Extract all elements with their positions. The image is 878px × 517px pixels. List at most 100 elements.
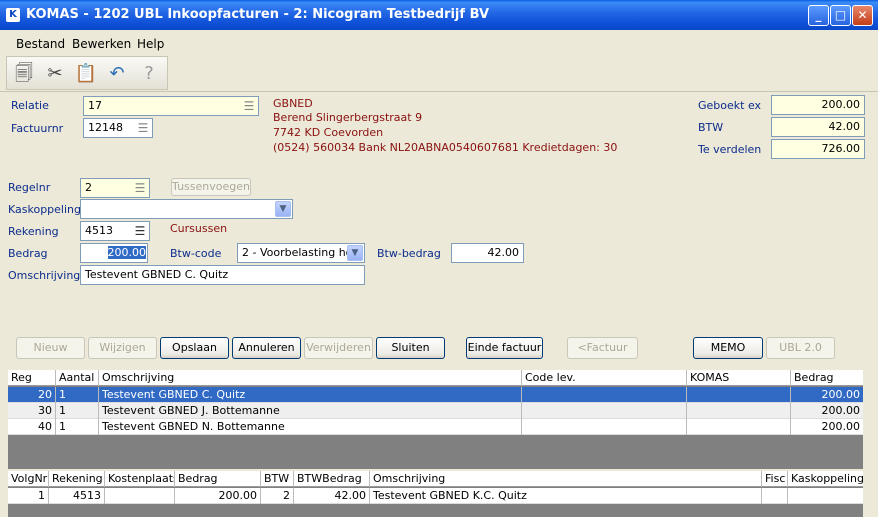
cell-reg: 30 (8, 403, 56, 419)
column-header[interactable]: KOMAS (687, 370, 791, 386)
bedrag-field[interactable]: 200.00 (80, 243, 148, 263)
verwijderen-button[interactable]: Verwijderen (304, 337, 373, 359)
menu-bestand[interactable]: Bestand (16, 37, 65, 51)
cell-btw: 2 (261, 488, 294, 504)
table-row[interactable]: 40 1 Testevent GBNED N. Bottemanne 200.0… (8, 419, 863, 435)
regelnr-field[interactable]: 2 ☰ (80, 178, 150, 198)
menu-help[interactable]: Help (137, 37, 164, 51)
opslaan-button[interactable]: Opslaan (160, 337, 229, 359)
btwcode-value: 2 - Voorbelasting hoo (242, 246, 360, 259)
factuurnr-label: Factuurnr (11, 122, 64, 135)
menu-bewerken[interactable]: Bewerken (72, 37, 131, 51)
einde-factuur-button[interactable]: Einde factuur (466, 337, 543, 359)
vorige-factuur-button[interactable]: <Factuur (567, 337, 638, 359)
lines-table[interactable]: Reg Aantal Omschrijving Code lev. KOMAS … (8, 370, 863, 469)
factuurnr-field[interactable]: 12148 ☰ (83, 118, 153, 138)
column-header[interactable]: Bedrag (791, 370, 863, 386)
geboekt-field: 200.00 (771, 95, 865, 115)
minimize-button[interactable]: _ (808, 5, 829, 26)
regelnr-value: 2 (85, 181, 92, 194)
factuurnr-value: 12148 (88, 121, 123, 134)
omschrijving-label: Omschrijving (8, 269, 81, 282)
cell-code (522, 403, 687, 419)
column-header[interactable]: Fisc (762, 471, 788, 487)
relatie-value: 17 (88, 99, 102, 112)
nieuw-button[interactable]: Nieuw (16, 337, 85, 359)
rekening-value: 4513 (85, 224, 113, 237)
cell-aantal: 1 (56, 419, 99, 435)
lookup-icon[interactable]: ☰ (132, 223, 148, 239)
cell-code (522, 387, 687, 403)
cell-reg: 40 (8, 419, 56, 435)
cut-icon[interactable]: ✂ (41, 60, 69, 88)
btwcode-select[interactable]: 2 - Voorbelasting hoo ▼ (237, 243, 365, 263)
allocation-table-header: VolgNr Rekening Kostenplaats Bedrag BTW … (8, 471, 863, 487)
cell-kostenplaats (105, 488, 175, 504)
cell-omschrijving: Testevent GBNED J. Bottemanne (99, 403, 522, 419)
table-row[interactable]: 30 1 Testevent GBNED J. Bottemanne 200.0… (8, 403, 863, 419)
column-header[interactable]: BTW (261, 471, 294, 487)
cell-code (522, 419, 687, 435)
supplier-code: GBNED (273, 97, 313, 110)
table-row[interactable]: 20 1 Testevent GBNED C. Quitz 200.00 (8, 387, 863, 403)
undo-icon[interactable]: ↶ (103, 60, 131, 88)
column-header[interactable]: VolgNr (8, 471, 49, 487)
rekening-field[interactable]: 4513 ☰ (80, 221, 150, 241)
btwbedrag-field[interactable]: 42.00 (451, 243, 524, 263)
lookup-icon[interactable]: ☰ (135, 120, 151, 136)
maximize-button[interactable]: □ (830, 5, 851, 26)
rekening-name: Cursussen (170, 222, 228, 235)
wijzigen-button[interactable]: Wijzigen (88, 337, 157, 359)
cell-komas (687, 419, 791, 435)
kaskoppeling-label: Kaskoppeling (8, 203, 81, 216)
column-header[interactable]: Reg (8, 370, 56, 386)
lookup-icon[interactable]: ☰ (241, 98, 257, 114)
column-header[interactable]: Bedrag (175, 471, 261, 487)
cell-kaskoppeling (788, 488, 863, 504)
memo-button[interactable]: MEMO (693, 337, 763, 359)
chevron-down-icon[interactable]: ▼ (275, 201, 291, 217)
column-header[interactable]: Rekening (49, 471, 105, 487)
lookup-icon[interactable]: ☰ (132, 180, 148, 196)
cell-komas (687, 403, 791, 419)
relatie-field[interactable]: 17 ☰ (83, 96, 259, 116)
supplier-city: 7742 KD Coevorden (273, 126, 384, 139)
cell-omschrijving: Testevent GBNED C. Quitz (99, 387, 522, 403)
lines-table-header: Reg Aantal Omschrijving Code lev. KOMAS … (8, 370, 863, 386)
tussenvoegen-button[interactable]: Tussenvoegen (171, 178, 251, 196)
cell-rekening: 4513 (49, 488, 105, 504)
main-content: Relatie 17 ☰ Factuurnr 12148 ☰ GBNED Ber… (0, 91, 878, 517)
paste-icon[interactable]: 📋 (72, 60, 100, 88)
help-icon[interactable]: ? (135, 60, 163, 88)
table-row[interactable]: 1 4513 200.00 2 42.00 Testevent GBNED K.… (8, 488, 863, 504)
kaskoppeling-select[interactable]: ▼ (80, 199, 293, 219)
column-header[interactable]: Code lev. (522, 370, 687, 386)
menu-bar: Bestand Bewerken Help (0, 31, 878, 55)
geboekt-label: Geboekt ex (698, 99, 762, 112)
supplier-contact: (0524) 560034 Bank NL20ABNA0540607681 Kr… (273, 141, 618, 154)
sluiten-button[interactable]: Sluiten (376, 337, 445, 359)
omschrijving-field[interactable]: Testevent GBNED C. Quitz (80, 265, 365, 285)
cell-omschrijving: Testevent GBNED N. Bottemanne (99, 419, 522, 435)
column-header[interactable]: Omschrijving (370, 471, 762, 487)
title-bar[interactable]: K KOMAS - 1202 UBL Inkoopfacturen - 2: N… (0, 0, 878, 30)
annuleren-button[interactable]: Annuleren (232, 337, 301, 359)
chevron-down-icon[interactable]: ▼ (347, 245, 363, 261)
cell-bedrag: 200.00 (821, 420, 861, 433)
cell-bedrag: 200.00 (821, 388, 861, 401)
ubl-button[interactable]: UBL 2.0 (766, 337, 835, 359)
column-header[interactable]: Omschrijving (99, 370, 522, 386)
column-header[interactable]: Kostenplaats (105, 471, 175, 487)
cell-omschrijving: Testevent GBNED K.C. Quitz (370, 488, 762, 504)
app-icon: K (6, 8, 20, 22)
column-header[interactable]: BTWBedrag (294, 471, 370, 487)
relatie-label: Relatie (11, 99, 49, 112)
column-header[interactable]: Aantal (56, 370, 99, 386)
copy-icon[interactable]: 🗐 (10, 60, 38, 88)
bedrag-value: 200.00 (107, 246, 146, 259)
close-button[interactable]: ✕ (852, 5, 873, 26)
btwcode-label: Btw-code (170, 247, 222, 260)
cell-btwbedrag: 42.00 (294, 488, 370, 504)
allocation-table[interactable]: VolgNr Rekening Kostenplaats Bedrag BTW … (8, 471, 863, 517)
column-header[interactable]: Kaskoppeling (788, 471, 863, 487)
